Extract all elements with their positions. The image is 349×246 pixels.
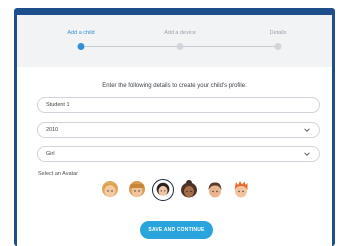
profile-card: Add a child Add a device Details Enter t… <box>17 15 332 246</box>
child-name-field[interactable] <box>37 97 320 113</box>
chevron-down-icon[interactable] <box>303 150 311 158</box>
avatar-dark-hair-girl-icon[interactable] <box>152 179 174 201</box>
avatar-blonde-girl-icon[interactable] <box>99 179 121 201</box>
form-heading: Enter the following details to create yo… <box>102 83 247 89</box>
avatar-brown-hair-boy-icon[interactable] <box>204 179 226 201</box>
step-dot-add-device[interactable] <box>176 42 184 50</box>
avatar-section-label: Select an Avatar <box>38 171 78 177</box>
birth-year-select[interactable] <box>37 122 320 138</box>
gender-select[interactable] <box>37 146 320 162</box>
step-label-details: Details <box>269 30 287 36</box>
step-label-add-device: Add a device <box>164 30 196 36</box>
birth-year-value[interactable] <box>46 123 296 137</box>
avatar-bob-girl-icon[interactable] <box>126 179 148 201</box>
chevron-down-icon[interactable] <box>303 126 311 134</box>
step-dot-details[interactable] <box>274 42 282 50</box>
gender-value[interactable] <box>46 147 296 161</box>
save-and-continue-button[interactable]: SAVE AND CONTINUE <box>140 221 213 239</box>
step-label-add-child: Add a child <box>67 30 95 36</box>
avatar-curly-hair-girl-icon[interactable] <box>178 179 200 201</box>
avatar-picker <box>99 179 259 203</box>
step-dot-add-child[interactable] <box>77 42 85 50</box>
child-name-input[interactable] <box>46 98 296 112</box>
progress-stepper: Add a child Add a device Details <box>17 15 332 67</box>
avatar-red-hair-boy-icon[interactable] <box>230 179 252 201</box>
